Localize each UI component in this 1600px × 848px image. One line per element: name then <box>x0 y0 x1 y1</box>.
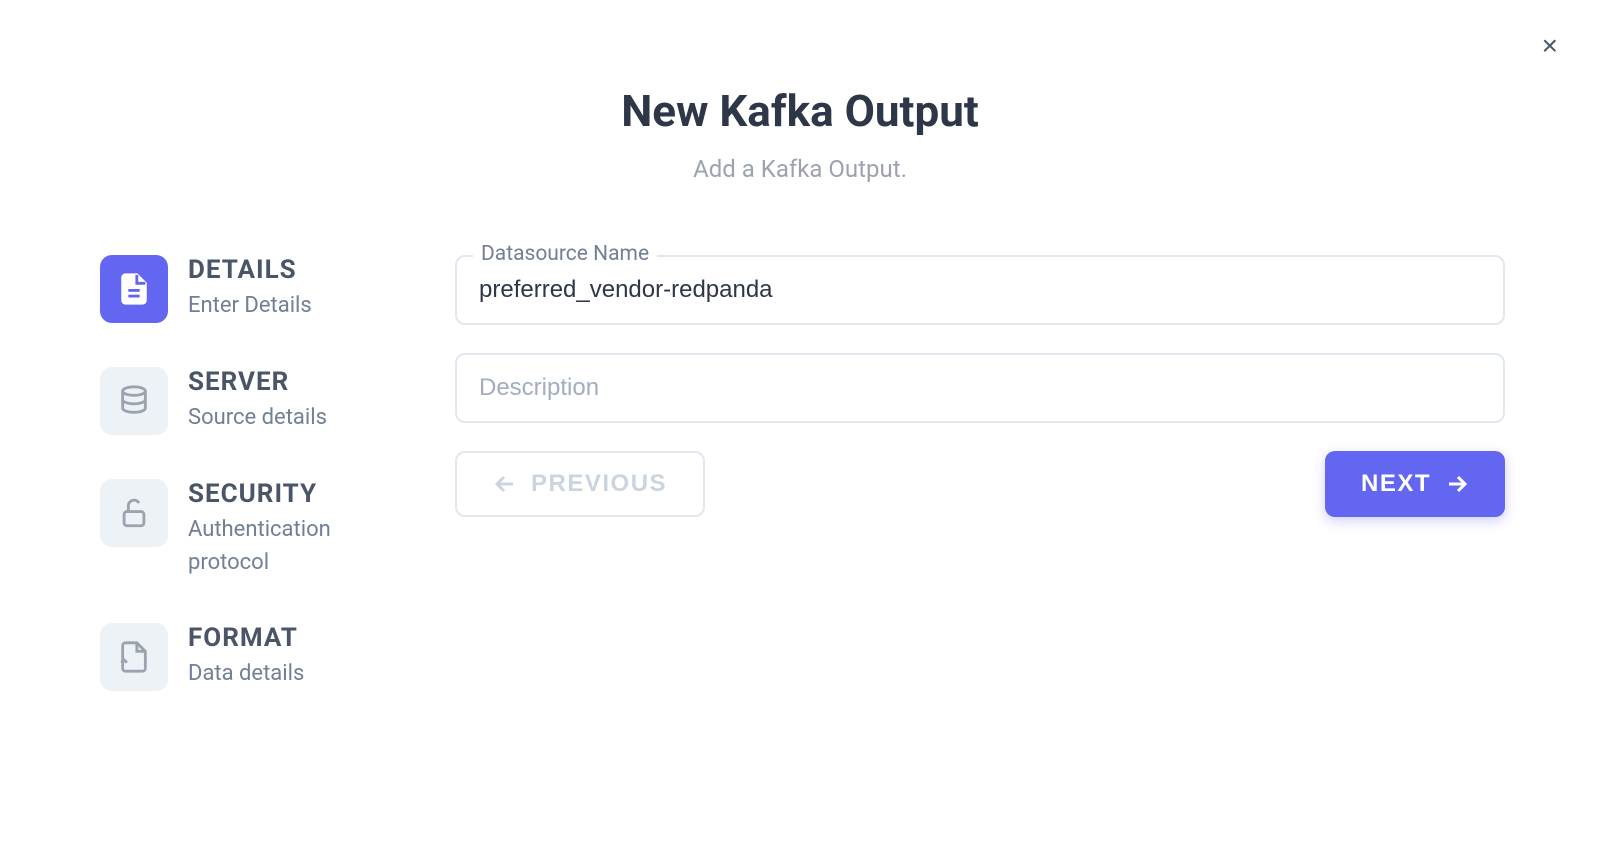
step-desc: Enter Details <box>188 289 312 322</box>
step-desc: Source details <box>188 401 327 434</box>
step-desc: Authentication protocol <box>188 513 388 579</box>
description-input[interactable] <box>455 353 1505 423</box>
step-format[interactable]: FORMAT Data details <box>100 623 440 691</box>
step-title: FORMAT <box>188 623 304 653</box>
arrow-right-icon <box>1445 472 1469 496</box>
steps-sidebar: DETAILS Enter Details SERVER Source deta… <box>0 255 440 735</box>
next-button[interactable]: NEXT <box>1325 451 1505 517</box>
unlock-icon <box>100 479 168 547</box>
modal-header: New Kafka Output Add a Kafka Output. <box>0 0 1600 183</box>
close-icon: × <box>1542 30 1558 61</box>
step-text: DETAILS Enter Details <box>188 255 312 322</box>
previous-button[interactable]: PREVIOUS <box>455 451 705 517</box>
file-code-icon <box>100 623 168 691</box>
datasource-name-field: Datasource Name <box>455 255 1505 325</box>
step-title: SECURITY <box>188 479 388 509</box>
step-text: SECURITY Authentication protocol <box>188 479 388 579</box>
description-field <box>455 353 1505 423</box>
step-title: DETAILS <box>188 255 312 285</box>
button-row: PREVIOUS NEXT <box>455 451 1505 517</box>
step-security[interactable]: SECURITY Authentication protocol <box>100 479 440 579</box>
arrow-left-icon <box>493 472 517 496</box>
modal-content: DETAILS Enter Details SERVER Source deta… <box>0 255 1600 735</box>
modal-subtitle: Add a Kafka Output. <box>0 155 1600 183</box>
step-details[interactable]: DETAILS Enter Details <box>100 255 440 323</box>
document-icon <box>100 255 168 323</box>
step-text: FORMAT Data details <box>188 623 304 690</box>
step-server[interactable]: SERVER Source details <box>100 367 440 435</box>
step-text: SERVER Source details <box>188 367 327 434</box>
close-button[interactable]: × <box>1542 32 1558 60</box>
next-label: NEXT <box>1361 470 1431 498</box>
database-icon <box>100 367 168 435</box>
step-desc: Data details <box>188 657 304 690</box>
modal-title: New Kafka Output <box>0 85 1600 137</box>
datasource-name-label: Datasource Name <box>473 242 657 266</box>
previous-label: PREVIOUS <box>531 470 667 498</box>
step-title: SERVER <box>188 367 327 397</box>
modal-dialog: × New Kafka Output Add a Kafka Output. D… <box>0 0 1600 848</box>
form-area: Datasource Name PREVIOUS NEXT <box>440 255 1600 735</box>
